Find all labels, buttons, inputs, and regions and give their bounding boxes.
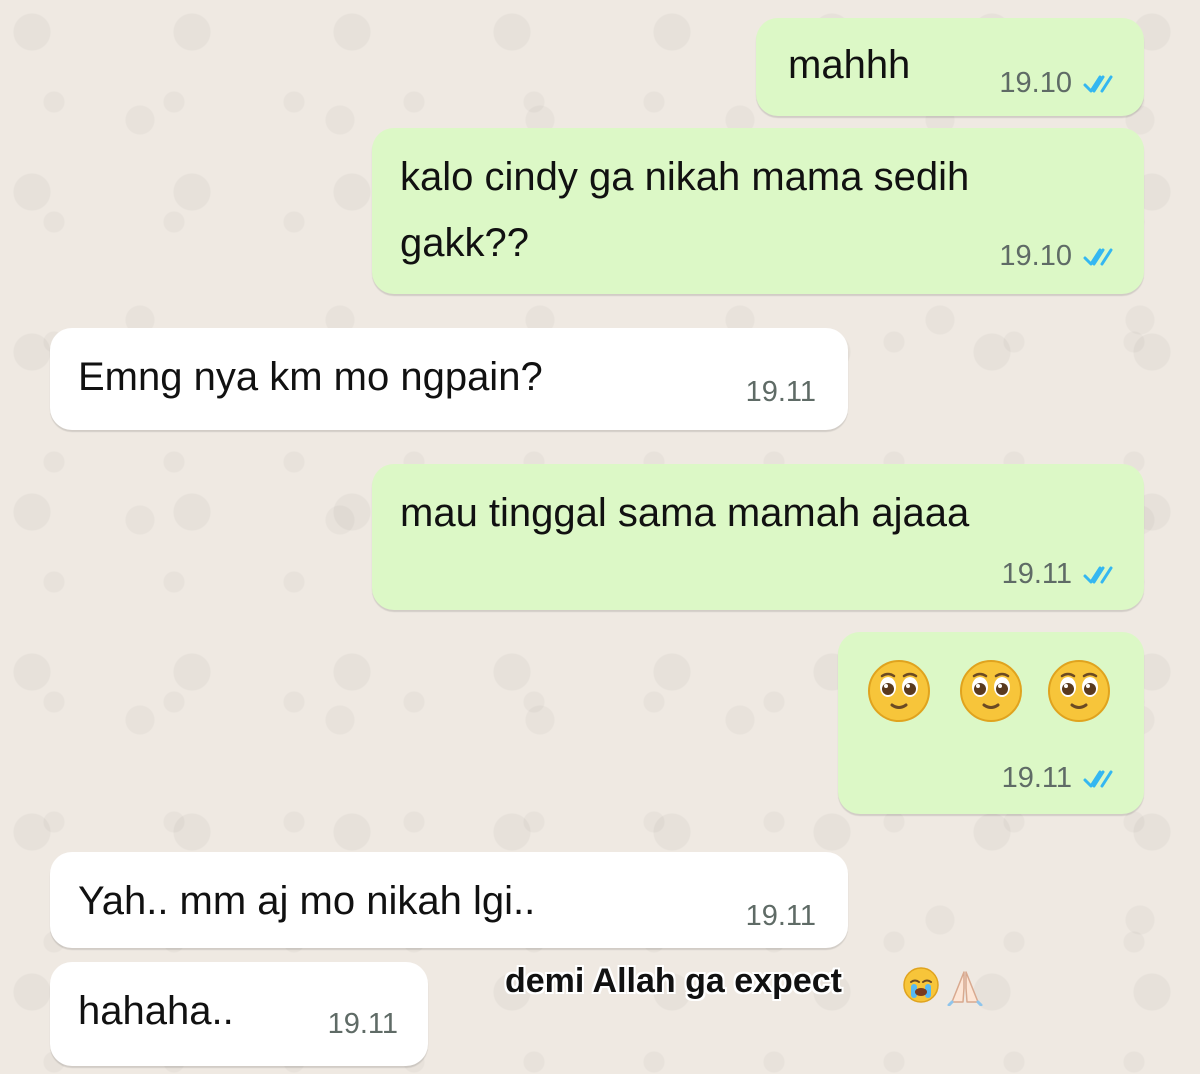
message-text-line1: kalo cindy ga nikah mama sedih	[400, 155, 970, 199]
message-bubble-outgoing[interactable]: 19.11	[838, 632, 1144, 814]
folded-hands-emoji	[947, 971, 983, 1006]
message-text: hahaha..	[78, 989, 234, 1033]
pleading-face-emoji	[1048, 660, 1110, 722]
overlay-caption: demi Allah ga expect	[505, 962, 842, 1000]
message-meta: 19.10	[999, 240, 1120, 273]
message-time: 19.10	[999, 240, 1072, 272]
double-check-icon	[1083, 75, 1113, 92]
message-text-line2: gakk??	[400, 221, 529, 265]
message-meta: 19.11	[1002, 762, 1120, 795]
message-text: Emng nya km mo ngpain?	[78, 355, 543, 399]
message-bubble-outgoing[interactable]: mahhh 19.10	[756, 18, 1144, 116]
message-meta: 19.11	[328, 1008, 398, 1041]
message-meta: 19.10	[999, 67, 1120, 100]
message-meta: 19.11	[1002, 558, 1120, 591]
message-time: 19.11	[327, 1008, 398, 1040]
pleading-face-emoji	[868, 660, 930, 722]
double-check-icon	[1083, 770, 1113, 787]
message-bubble-incoming[interactable]: Yah.. mm aj mo nikah lgi.. 19.11	[50, 852, 848, 948]
message-time: 19.11	[745, 376, 816, 408]
message-time: 19.10	[999, 67, 1072, 99]
double-check-icon	[1083, 566, 1113, 583]
message-text: mau tinggal sama mamah ajaaa	[400, 491, 970, 535]
message-bubble-incoming[interactable]: hahaha.. 19.11	[50, 962, 428, 1066]
message-meta: 19.11	[746, 376, 816, 409]
message-bubble-incoming[interactable]: Emng nya km mo ngpain? 19.11	[50, 328, 848, 430]
message-text: Yah.. mm aj mo nikah lgi..	[78, 879, 536, 923]
message-meta: 19.11	[746, 900, 816, 933]
pleading-face-emoji	[960, 660, 1022, 722]
message-text: mahhh	[788, 43, 911, 87]
crying-face-emoji	[903, 967, 939, 1003]
message-time: 19.11	[1001, 558, 1072, 590]
message-bubble-outgoing[interactable]: kalo cindy ga nikah mama sedih gakk?? 19…	[372, 128, 1144, 294]
message-time: 19.11	[1001, 762, 1072, 794]
message-bubble-outgoing[interactable]: mau tinggal sama mamah ajaaa 19.11	[372, 464, 1144, 610]
double-check-icon	[1083, 248, 1113, 265]
message-time: 19.11	[745, 900, 816, 932]
